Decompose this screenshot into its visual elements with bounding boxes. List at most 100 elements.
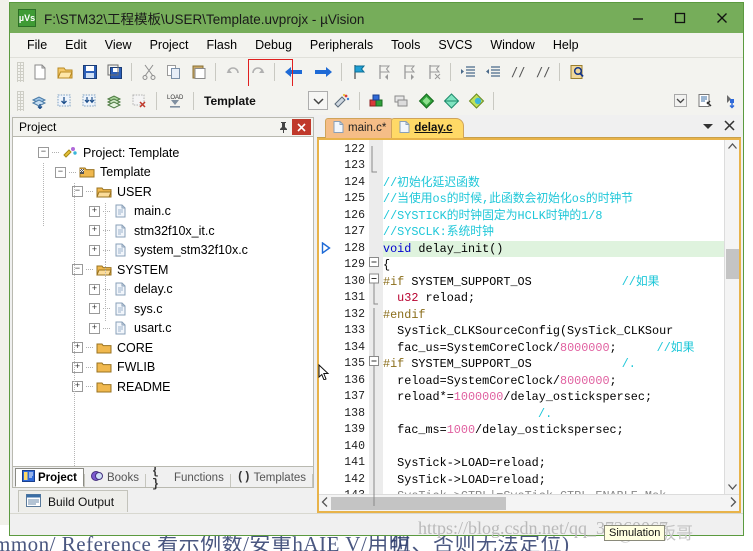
code-editor[interactable]: 122 123 124 125 126 127 128 129 130 131 … bbox=[317, 138, 741, 513]
tree-expander[interactable]: + bbox=[89, 284, 100, 295]
tree-node-file-system-stm32f10x-c[interactable]: + system_stm32f10x.c bbox=[13, 241, 313, 261]
uncomment-icon[interactable]: //≠ bbox=[530, 60, 555, 84]
editor-tab-delay-c[interactable]: delay.c bbox=[391, 118, 463, 138]
save-icon[interactable] bbox=[77, 60, 102, 84]
menu-tools[interactable]: Tools bbox=[382, 35, 429, 55]
menu-view[interactable]: View bbox=[96, 35, 141, 55]
code-line: SysTick_CLKSourceConfig(SysTick_CLKSour bbox=[383, 323, 724, 340]
editor-tab-main-c[interactable]: main.c* bbox=[325, 118, 397, 138]
bookmark-next-icon[interactable] bbox=[396, 60, 421, 84]
pin-icon[interactable] bbox=[275, 119, 292, 135]
minimize-icon[interactable] bbox=[617, 3, 659, 33]
tab-functions[interactable]: { } Functions bbox=[146, 468, 230, 487]
tree-node-group-fwlib[interactable]: + FWLIB bbox=[13, 358, 313, 378]
code-text[interactable]: //初始化延迟函数 //当使用os的时候,此函数会初始化os的时钟节 //SYS… bbox=[383, 140, 724, 494]
breakpoint-margin[interactable] bbox=[319, 140, 335, 494]
close-icon[interactable] bbox=[701, 3, 743, 33]
toolbar-separator bbox=[193, 92, 194, 110]
manage-projects-icon[interactable] bbox=[364, 89, 389, 113]
chevron-down-icon[interactable] bbox=[728, 482, 737, 492]
menu-debug[interactable]: Debug bbox=[246, 35, 301, 55]
tree-node-target[interactable]: − Template bbox=[13, 163, 313, 183]
rebuild-icon[interactable] bbox=[77, 89, 102, 113]
menu-window[interactable]: Window bbox=[481, 35, 543, 55]
tree-node-group-core[interactable]: + CORE bbox=[13, 338, 313, 358]
scrollbar-thumb[interactable] bbox=[331, 497, 506, 510]
tree-node-file-stm32f10x-it-c[interactable]: + stm32f10x_it.c bbox=[13, 221, 313, 241]
menu-flash[interactable]: Flash bbox=[197, 35, 246, 55]
chevron-down-icon[interactable] bbox=[702, 118, 714, 136]
find-in-files-icon[interactable] bbox=[564, 60, 589, 84]
tree-node-group-readme[interactable]: + README bbox=[13, 377, 313, 397]
toolbar-grip[interactable] bbox=[17, 62, 24, 82]
redo-icon[interactable] bbox=[245, 60, 270, 84]
tree-expander[interactable]: + bbox=[89, 225, 100, 236]
menu-edit[interactable]: Edit bbox=[56, 35, 96, 55]
maximize-icon[interactable] bbox=[659, 3, 701, 33]
download-icon[interactable]: LOAD bbox=[161, 89, 189, 113]
batch-build-icon[interactable] bbox=[102, 89, 127, 113]
toolbar-grip[interactable] bbox=[17, 91, 24, 111]
target-selector-dropdown-icon[interactable] bbox=[308, 91, 328, 110]
pack-installer-icon[interactable] bbox=[439, 89, 464, 113]
chevron-up-icon[interactable] bbox=[728, 142, 737, 152]
bookmark-clear-icon[interactable] bbox=[421, 60, 446, 84]
configuration-wizard-icon[interactable] bbox=[693, 89, 718, 113]
build-icon[interactable] bbox=[52, 89, 77, 113]
save-all-icon[interactable] bbox=[102, 60, 127, 84]
menu-svcs[interactable]: SVCS bbox=[429, 35, 481, 55]
tree-node-file-delay-c[interactable]: + delay.c bbox=[13, 280, 313, 300]
bookmark-toggle-icon[interactable] bbox=[346, 60, 371, 84]
close-icon[interactable] bbox=[292, 119, 311, 135]
tab-books[interactable]: Books bbox=[85, 468, 145, 487]
cut-icon[interactable] bbox=[136, 60, 161, 84]
target-options-icon[interactable] bbox=[328, 89, 355, 113]
collapse-toolbar-icon[interactable] bbox=[668, 89, 693, 113]
tab-build-output[interactable]: Build Output bbox=[18, 490, 128, 512]
close-icon[interactable] bbox=[724, 118, 735, 136]
multi-project-icon[interactable] bbox=[389, 89, 414, 113]
undo-icon[interactable] bbox=[220, 60, 245, 84]
comment-icon[interactable]: //= bbox=[505, 60, 530, 84]
menu-project[interactable]: Project bbox=[141, 35, 198, 55]
tree-expander[interactable]: + bbox=[89, 206, 100, 217]
scrollbar-thumb[interactable] bbox=[726, 249, 739, 279]
manage-run-icon[interactable] bbox=[464, 89, 489, 113]
stop-build-icon[interactable] bbox=[127, 89, 152, 113]
chevron-right-icon[interactable] bbox=[729, 497, 737, 510]
new-file-icon[interactable] bbox=[27, 60, 52, 84]
tree-node-file-sys-c[interactable]: + sys.c bbox=[13, 299, 313, 319]
project-tree[interactable]: − Project: Template − T bbox=[12, 136, 314, 467]
menu-file[interactable]: File bbox=[18, 35, 56, 55]
tree-expander[interactable]: + bbox=[89, 245, 100, 256]
tree-node-project[interactable]: − Project: Template bbox=[13, 143, 313, 163]
debug-settings-icon[interactable] bbox=[718, 89, 743, 113]
tree-expander[interactable]: − bbox=[55, 167, 66, 178]
bookmark-prev-icon[interactable] bbox=[371, 60, 396, 84]
open-file-icon[interactable] bbox=[52, 60, 77, 84]
translate-icon[interactable] bbox=[27, 89, 52, 113]
indent-icon[interactable] bbox=[455, 60, 480, 84]
navigate-forward-icon[interactable] bbox=[308, 60, 337, 84]
tab-project[interactable]: Project bbox=[15, 468, 84, 487]
copy-icon[interactable] bbox=[161, 60, 186, 84]
fold-margin[interactable] bbox=[369, 140, 383, 494]
tree-node-file-main-c[interactable]: + main.c bbox=[13, 202, 313, 222]
tree-expander[interactable]: − bbox=[38, 147, 49, 158]
background-left-strip bbox=[0, 0, 9, 551]
tree-node-file-usart-c[interactable]: + usart.c bbox=[13, 319, 313, 339]
tree-node-label: Project: Template bbox=[83, 146, 179, 160]
tree-expander[interactable]: + bbox=[89, 323, 100, 334]
paste-icon[interactable] bbox=[186, 60, 211, 84]
tree-node-group-system[interactable]: − SYSTEM bbox=[13, 260, 313, 280]
editor-vertical-scrollbar[interactable] bbox=[724, 140, 739, 494]
navigate-back-icon[interactable] bbox=[279, 60, 308, 84]
menu-peripherals[interactable]: Peripherals bbox=[301, 35, 382, 55]
components-icon[interactable] bbox=[414, 89, 439, 113]
tree-expander[interactable]: + bbox=[89, 303, 100, 314]
tab-templates[interactable]: () Templates bbox=[231, 468, 312, 487]
tree-node-group-user[interactable]: − USER bbox=[13, 182, 313, 202]
chevron-left-icon[interactable] bbox=[321, 497, 329, 510]
menu-help[interactable]: Help bbox=[544, 35, 588, 55]
outdent-icon[interactable] bbox=[480, 60, 505, 84]
